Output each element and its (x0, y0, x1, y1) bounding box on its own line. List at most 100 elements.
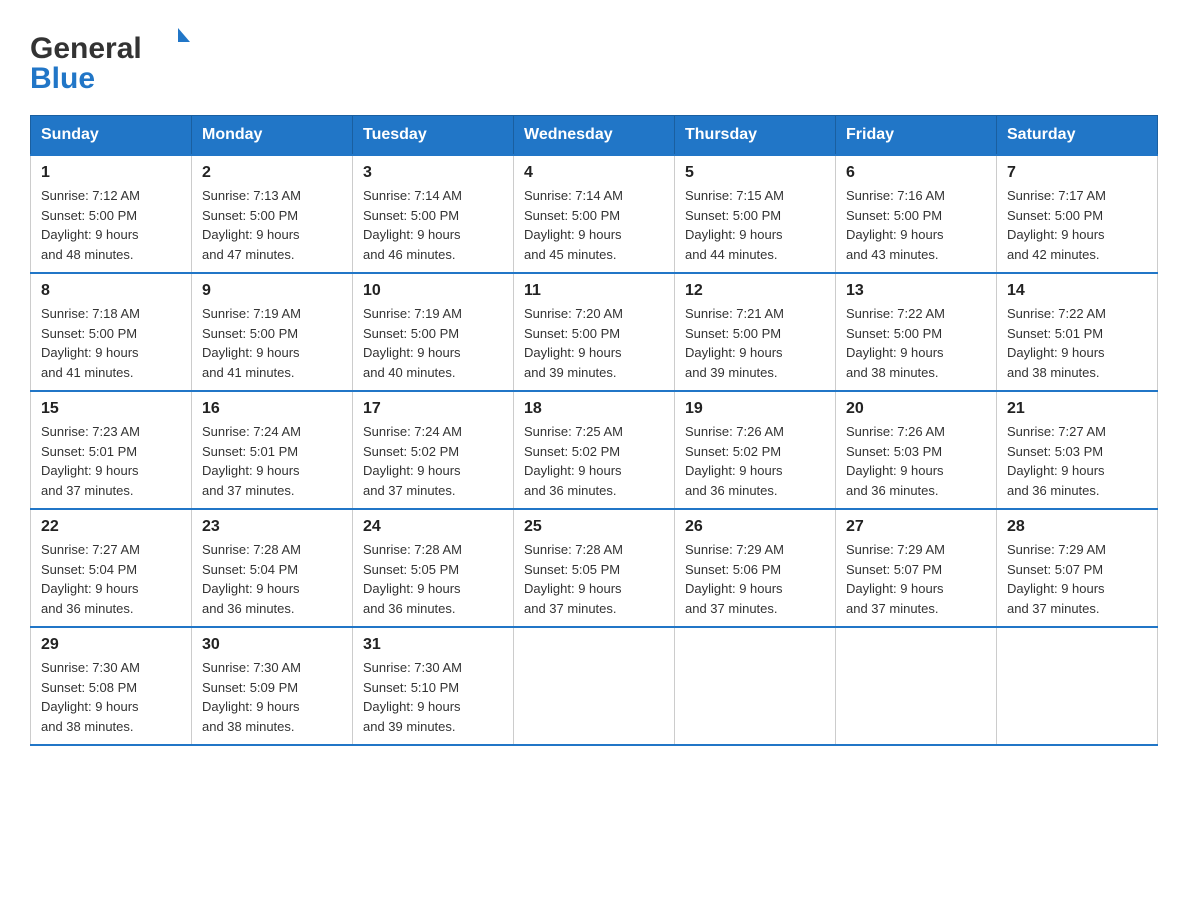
day-number: 28 (1007, 518, 1147, 536)
calendar-cell: 10 Sunrise: 7:19 AMSunset: 5:00 PMDayligh… (353, 273, 514, 391)
calendar-cell: 2Sunrise: 7:13 AMSunset: 5:00 PMDaylight… (192, 155, 353, 273)
calendar-cell: 28 Sunrise: 7:29 AMSunset: 5:07 PMDayligh… (997, 509, 1158, 627)
day-info: Sunrise: 7:19 AMSunset: 5:00 PMDaylight:… (202, 304, 342, 382)
calendar-week-1: 1Sunrise: 7:12 AMSunset: 5:00 PMDaylight… (31, 155, 1158, 273)
calendar-cell: 25Sunrise: 7:28 AMSunset: 5:05 PMDayligh… (514, 509, 675, 627)
day-number: 17 (363, 400, 503, 418)
weekday-header-monday: Monday (192, 116, 353, 156)
weekday-header-saturday: Saturday (997, 116, 1158, 156)
day-number: 22 (41, 518, 181, 536)
day-info: Sunrise: 7:15 AMSunset: 5:00 PMDaylight:… (685, 186, 825, 264)
calendar-cell (836, 627, 997, 745)
day-info: Sunrise: 7:12 AMSunset: 5:00 PMDaylight:… (41, 186, 181, 264)
day-info: Sunrise: 7:14 AMSunset: 5:00 PMDaylight:… (363, 186, 503, 264)
calendar-cell: 5 Sunrise: 7:15 AMSunset: 5:00 PMDaylight… (675, 155, 836, 273)
day-number: 23 (202, 518, 342, 536)
weekday-header-sunday: Sunday (31, 116, 192, 156)
calendar-cell: 15 Sunrise: 7:23 AMSunset: 5:01 PMDayligh… (31, 391, 192, 509)
day-info: Sunrise: 7:16 AMSunset: 5:00 PMDaylight:… (846, 186, 986, 264)
weekday-header-friday: Friday (836, 116, 997, 156)
day-number: 29 (41, 636, 181, 654)
day-number: 9 (202, 282, 342, 300)
day-number: 13 (846, 282, 986, 300)
day-info: Sunrise: 7:30 AMSunset: 5:10 PMDaylight:… (363, 658, 503, 736)
day-info: Sunrise: 7:24 AMSunset: 5:01 PMDaylight:… (202, 422, 342, 500)
calendar-week-2: 8 Sunrise: 7:18 AMSunset: 5:00 PMDaylight… (31, 273, 1158, 391)
day-info: Sunrise: 7:21 AMSunset: 5:00 PMDaylight:… (685, 304, 825, 382)
day-info: Sunrise: 7:29 AMSunset: 5:07 PMDaylight:… (846, 540, 986, 618)
day-info: Sunrise: 7:29 AMSunset: 5:06 PMDaylight:… (685, 540, 825, 618)
day-info: Sunrise: 7:22 AMSunset: 5:01 PMDaylight:… (1007, 304, 1147, 382)
calendar-cell: 8 Sunrise: 7:18 AMSunset: 5:00 PMDaylight… (31, 273, 192, 391)
calendar-cell: 12 Sunrise: 7:21 AMSunset: 5:00 PMDayligh… (675, 273, 836, 391)
day-number: 5 (685, 164, 825, 182)
day-number: 12 (685, 282, 825, 300)
day-number: 18 (524, 400, 664, 418)
calendar-cell: 27 Sunrise: 7:29 AMSunset: 5:07 PMDayligh… (836, 509, 997, 627)
calendar-table: SundayMondayTuesdayWednesdayThursdayFrid… (30, 115, 1158, 746)
calendar-cell: 16 Sunrise: 7:24 AMSunset: 5:01 PMDayligh… (192, 391, 353, 509)
day-number: 14 (1007, 282, 1147, 300)
day-number: 2 (202, 164, 342, 182)
calendar-cell: 4 Sunrise: 7:14 AMSunset: 5:00 PMDaylight… (514, 155, 675, 273)
calendar-cell: 18 Sunrise: 7:25 AMSunset: 5:02 PMDayligh… (514, 391, 675, 509)
day-info: Sunrise: 7:26 AMSunset: 5:02 PMDaylight:… (685, 422, 825, 500)
day-number: 11 (524, 282, 664, 300)
calendar-cell: 11 Sunrise: 7:20 AMSunset: 5:00 PMDayligh… (514, 273, 675, 391)
day-number: 27 (846, 518, 986, 536)
day-info: Sunrise: 7:30 AMSunset: 5:08 PMDaylight:… (41, 658, 181, 736)
calendar-cell: 24 Sunrise: 7:28 AMSunset: 5:05 PMDayligh… (353, 509, 514, 627)
day-number: 16 (202, 400, 342, 418)
calendar-cell: 17 Sunrise: 7:24 AMSunset: 5:02 PMDayligh… (353, 391, 514, 509)
day-number: 8 (41, 282, 181, 300)
day-number: 25 (524, 518, 664, 536)
day-info: Sunrise: 7:26 AMSunset: 5:03 PMDaylight:… (846, 422, 986, 500)
day-info: Sunrise: 7:18 AMSunset: 5:00 PMDaylight:… (41, 304, 181, 382)
calendar-cell: 21Sunrise: 7:27 AMSunset: 5:03 PMDayligh… (997, 391, 1158, 509)
calendar-cell: 20 Sunrise: 7:26 AMSunset: 5:03 PMDayligh… (836, 391, 997, 509)
day-info: Sunrise: 7:29 AMSunset: 5:07 PMDaylight:… (1007, 540, 1147, 618)
day-number: 6 (846, 164, 986, 182)
day-number: 15 (41, 400, 181, 418)
logo: General Blue (30, 20, 190, 95)
day-info: Sunrise: 7:28 AMSunset: 5:04 PMDaylight:… (202, 540, 342, 618)
day-info: Sunrise: 7:23 AMSunset: 5:01 PMDaylight:… (41, 422, 181, 500)
day-info: Sunrise: 7:17 AMSunset: 5:00 PMDaylight:… (1007, 186, 1147, 264)
logo-svg: General Blue (30, 20, 190, 95)
calendar-cell (997, 627, 1158, 745)
calendar-cell: 1Sunrise: 7:12 AMSunset: 5:00 PMDaylight… (31, 155, 192, 273)
day-info: Sunrise: 7:24 AMSunset: 5:02 PMDaylight:… (363, 422, 503, 500)
calendar-cell: 26 Sunrise: 7:29 AMSunset: 5:06 PMDayligh… (675, 509, 836, 627)
calendar-cell: 31Sunrise: 7:30 AMSunset: 5:10 PMDayligh… (353, 627, 514, 745)
weekday-header-row: SundayMondayTuesdayWednesdayThursdayFrid… (31, 116, 1158, 156)
svg-text:Blue: Blue (30, 62, 95, 95)
day-number: 30 (202, 636, 342, 654)
calendar-cell (675, 627, 836, 745)
calendar-cell: 30 Sunrise: 7:30 AMSunset: 5:09 PMDayligh… (192, 627, 353, 745)
day-number: 19 (685, 400, 825, 418)
page-header: General Blue (30, 20, 1158, 95)
weekday-header-tuesday: Tuesday (353, 116, 514, 156)
calendar-cell: 23 Sunrise: 7:28 AMSunset: 5:04 PMDayligh… (192, 509, 353, 627)
day-number: 3 (363, 164, 503, 182)
day-number: 20 (846, 400, 986, 418)
calendar-cell: 7Sunrise: 7:17 AMSunset: 5:00 PMDaylight… (997, 155, 1158, 273)
day-number: 10 (363, 282, 503, 300)
day-number: 4 (524, 164, 664, 182)
day-number: 21 (1007, 400, 1147, 418)
calendar-cell (514, 627, 675, 745)
calendar-week-3: 15 Sunrise: 7:23 AMSunset: 5:01 PMDayligh… (31, 391, 1158, 509)
svg-text:General: General (30, 32, 142, 65)
calendar-cell: 13Sunrise: 7:22 AMSunset: 5:00 PMDayligh… (836, 273, 997, 391)
day-info: Sunrise: 7:28 AMSunset: 5:05 PMDaylight:… (363, 540, 503, 618)
day-info: Sunrise: 7:19 AMSunset: 5:00 PMDaylight:… (363, 304, 503, 382)
day-info: Sunrise: 7:20 AMSunset: 5:00 PMDaylight:… (524, 304, 664, 382)
calendar-cell: 14 Sunrise: 7:22 AMSunset: 5:01 PMDayligh… (997, 273, 1158, 391)
day-info: Sunrise: 7:30 AMSunset: 5:09 PMDaylight:… (202, 658, 342, 736)
day-info: Sunrise: 7:25 AMSunset: 5:02 PMDaylight:… (524, 422, 664, 500)
day-info: Sunrise: 7:14 AMSunset: 5:00 PMDaylight:… (524, 186, 664, 264)
day-number: 24 (363, 518, 503, 536)
weekday-header-wednesday: Wednesday (514, 116, 675, 156)
calendar-cell: 6 Sunrise: 7:16 AMSunset: 5:00 PMDaylight… (836, 155, 997, 273)
day-number: 26 (685, 518, 825, 536)
